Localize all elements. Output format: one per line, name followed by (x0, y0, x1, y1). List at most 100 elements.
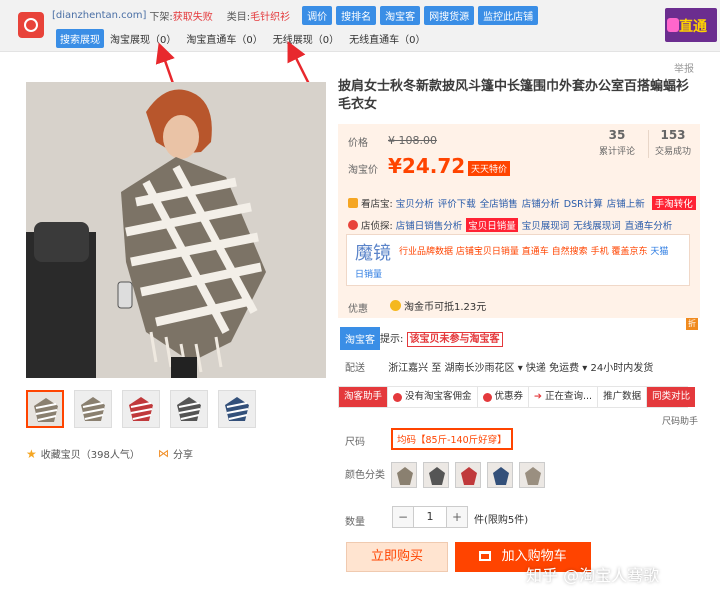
taobao-price-label: 淘宝价 (348, 165, 378, 176)
thumbnail-2[interactable] (74, 390, 112, 428)
mojing-logo: 魔镜 (355, 243, 391, 264)
thumbnail-1[interactable] (26, 390, 64, 428)
price-panel: 价格 ¥ 108.00 淘宝价 ¥24.72 天天特价 35 累计评论 153 … (338, 124, 700, 318)
commission-button[interactable]: 没有淘宝客佣金 (388, 387, 478, 407)
thumbnail-5[interactable] (218, 390, 256, 428)
delivery-text[interactable]: 浙江嘉兴 至 湖南长沙雨花区 ▾ 快递 免运费 ▾ 24小时内发货 (388, 363, 653, 374)
coupon-icon (482, 392, 492, 402)
deals-label: 交易成功 (654, 147, 691, 157)
kandianbao-row: 看店宝: 宝贝分析 评价下载 全店销售 店铺分析 DSR计算 店铺上新 手淘转化 (348, 196, 696, 210)
store-link-item-daily-sales[interactable]: 宝贝日销量 (466, 218, 518, 232)
arrow-right-icon: ➔ (534, 391, 543, 402)
delivery-label: 配送 (345, 363, 365, 374)
mojing-item-jd[interactable]: 覆盖京东 (611, 247, 647, 257)
reviews-count: 35 (608, 128, 626, 142)
shop-link-dsr[interactable]: DSR计算 (564, 196, 603, 210)
current-price: ¥24.72 (388, 154, 466, 178)
promo-label: 优惠 (348, 304, 368, 315)
favorite-item[interactable]: ★ 收藏宝贝（398人气） (26, 446, 140, 462)
dianzhentan-label: 店侦探: (361, 221, 393, 232)
discount-corner-icon[interactable]: 折 (686, 318, 698, 330)
color-swatch-3[interactable] (455, 462, 481, 488)
mojing-item-mobile[interactable]: 手机 (591, 247, 609, 257)
size-helper-link[interactable]: 尺码助手 (662, 414, 698, 427)
mojing-daily-sales[interactable]: 日销量 (355, 267, 382, 280)
cart-icon (479, 551, 492, 561)
commission-icon (393, 392, 403, 402)
mojing-item-brand[interactable]: 行业品牌数据 (399, 247, 453, 257)
commission-label: 没有淘宝客佣金 (405, 391, 472, 402)
promo-data-button[interactable]: 推广数据 (598, 387, 648, 407)
shop-link-store-sales[interactable]: 全店销售 (480, 196, 518, 210)
color-label: 颜色分类 (345, 470, 385, 481)
coin-text: 淘金币可抵1.23元 (404, 302, 487, 313)
promo-tag[interactable]: 天天特价 (468, 161, 511, 176)
decrease-button[interactable]: − (393, 507, 413, 527)
mojing-item-tmall[interactable]: 天猫 (650, 247, 668, 257)
mojing-item-natural[interactable]: 自然搜索 (552, 247, 588, 257)
deals-count: 153 (660, 128, 686, 142)
deals-stat: 153 交易成功 (650, 128, 696, 157)
reviews-stat[interactable]: 35 累计评论 (586, 128, 648, 157)
mojing-item-ztc[interactable]: 直通车 (522, 247, 549, 257)
shop-link-review-download[interactable]: 评价下载 (438, 196, 476, 210)
mojing-panel[interactable]: 魔镜 行业品牌数据 店铺宝贝日销量 直通车 自然搜索 手机 覆盖京东 天猫 日销… (346, 234, 690, 286)
thumbnail-4[interactable] (170, 390, 208, 428)
reviews-label: 累计评论 (598, 147, 635, 157)
store-link-wireless-keywords[interactable]: 无线展现词 (573, 218, 621, 232)
coupon-button[interactable]: 优惠券 (478, 387, 530, 407)
querying-label: 正在查询... (545, 391, 593, 402)
coin-offer: 淘金币可抵1.23元 (390, 298, 486, 313)
shop-link-item-analysis[interactable]: 宝贝分析 (396, 196, 434, 210)
taobaoke-badge[interactable]: 淘宝客 (340, 327, 380, 350)
store-link-ztc-analysis[interactable]: 直通车分析 (625, 218, 673, 232)
mojing-items: 行业品牌数据 店铺宝贝日销量 直通车 自然搜索 手机 覆盖京东 天猫 (399, 245, 687, 259)
store-link-item-keywords[interactable]: 宝贝展现词 (522, 218, 570, 232)
share-button[interactable]: ⋈ 分享 (158, 446, 193, 461)
coin-icon (390, 300, 401, 311)
size-option[interactable]: 均码【85斤-140斤好穿】 (391, 428, 513, 450)
color-swatch-2[interactable] (423, 462, 449, 488)
delivery-row: 配送 浙江嘉兴 至 湖南长沙雨花区 ▾ 快递 免运费 ▾ 24小时内发货 (345, 359, 653, 374)
quantity-label: 数量 (345, 517, 365, 528)
color-swatch-5[interactable] (519, 462, 545, 488)
buy-now-button[interactable]: 立即购买 (346, 542, 448, 572)
share-label: 分享 (173, 450, 193, 461)
product-main-image[interactable] (26, 82, 326, 378)
poncho-photo-icon (26, 82, 326, 378)
color-swatches (391, 462, 545, 488)
shop-link-new-items[interactable]: 店铺上新 (607, 196, 645, 210)
thumbnail-list (26, 390, 256, 428)
product-title: 披肩女士秋冬新款披风斗篷中长篷围巾外套办公室百搭蝙蝠衫毛衣女 (338, 79, 690, 112)
mobile-conversion-tag[interactable]: 手淘转化 (651, 196, 696, 210)
report-link[interactable]: 举报 (674, 60, 694, 75)
stat-divider (648, 130, 649, 158)
taoke-helper-button[interactable]: 淘客助手 (339, 387, 389, 407)
dianzhentan-row: 店侦探: 店铺日销售分析 宝贝日销量 宝贝展现词 无线展现词 直通车分析 (348, 218, 676, 232)
thumbnail-3[interactable] (122, 390, 160, 428)
size-label: 尺码 (345, 437, 365, 448)
quantity-input[interactable]: 1 (413, 507, 447, 527)
color-swatch-4[interactable] (487, 462, 513, 488)
dianzhentan-icon (348, 220, 358, 230)
compare-button[interactable]: 同类对比 (647, 387, 696, 407)
querying-button[interactable]: ➔ 正在查询... (529, 387, 599, 407)
shop-link-store-analysis[interactable]: 店铺分析 (522, 196, 560, 210)
price-label: 价格 (348, 138, 368, 149)
increase-button[interactable]: + (447, 507, 467, 527)
star-icon: ★ (26, 446, 37, 461)
favorite-label: 收藏宝贝（398人气） (40, 450, 140, 461)
hint-label: 提示: (380, 334, 404, 345)
helper-toolbar: 淘客助手 没有淘宝客佣金 优惠券 ➔ 正在查询... 推广数据 同类对比 (338, 386, 696, 408)
kandianbao-icon (348, 198, 358, 208)
kandianbao-label: 看店宝: (361, 199, 393, 210)
taobaoke-hint: 提示: 该宝贝未参与淘宝客 (380, 330, 503, 347)
purchase-limit: 件(限购5件) (474, 515, 529, 526)
coupon-label: 优惠券 (494, 391, 524, 402)
color-swatch-1[interactable] (391, 462, 417, 488)
store-link-daily-sales[interactable]: 店铺日销售分析 (396, 218, 463, 232)
mojing-item-daily[interactable]: 店铺宝贝日销量 (456, 247, 519, 257)
original-price: ¥ 108.00 (388, 134, 437, 147)
hint-value: 该宝贝未参与淘宝客 (406, 332, 503, 347)
watermark: 知乎 @淘宝人骞歌 (526, 566, 660, 585)
